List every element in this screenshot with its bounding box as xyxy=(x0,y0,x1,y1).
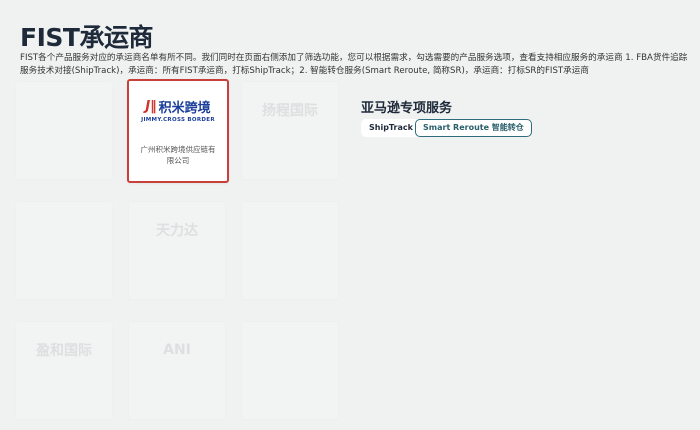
carrier-card[interactable] xyxy=(241,201,339,300)
carrier-card[interactable]: 盈和国际 xyxy=(15,321,113,420)
carrier-logo: 天力达 xyxy=(156,222,198,239)
logo-text: 积米跨境 xyxy=(158,101,211,116)
filter-smart-reroute[interactable]: Smart Reroute 智能转仓 xyxy=(415,119,532,137)
filter-shiptrack[interactable]: ShipTrack xyxy=(361,119,421,137)
logo-text-en: JIMMY.CROSS BORDER xyxy=(141,117,215,123)
carrier-logo xyxy=(16,82,112,137)
carrier-card[interactable]: ANI xyxy=(128,321,226,420)
carrier-name: 广州积米跨境供应链有限公司 xyxy=(140,145,216,165)
carrier-card-selected[interactable]: J‖ 积米跨境 JIMMY.CROSS BORDER 广州积米跨境供应链有限公司 xyxy=(127,79,229,183)
carrier-logo: 扬程国际 xyxy=(262,102,318,119)
carrier-card[interactable] xyxy=(15,201,113,300)
page-title: FIST承运商 xyxy=(20,23,153,52)
carrier-card[interactable] xyxy=(241,321,339,420)
carrier-card[interactable]: 天力达 xyxy=(128,201,226,300)
services-title: 亚马逊专项服务 xyxy=(361,101,453,116)
carrier-logo xyxy=(16,202,112,257)
carrier-logo: 盈和国际 xyxy=(36,342,92,359)
page-description: FIST各个产品服务对应的承运商名单有所不同。我们同时在页面右侧添加了筛选功能，… xyxy=(20,53,688,76)
carrier-logo xyxy=(242,322,338,377)
carrier-card[interactable] xyxy=(15,81,113,180)
jimmy-logo-icon: J‖ xyxy=(145,99,157,114)
carrier-logo: ANI xyxy=(163,341,191,358)
carrier-card[interactable]: 扬程国际 xyxy=(241,81,339,180)
carrier-logo xyxy=(242,202,338,257)
carrier-logo: J‖ 积米跨境 JIMMY.CROSS BORDER xyxy=(129,81,227,136)
